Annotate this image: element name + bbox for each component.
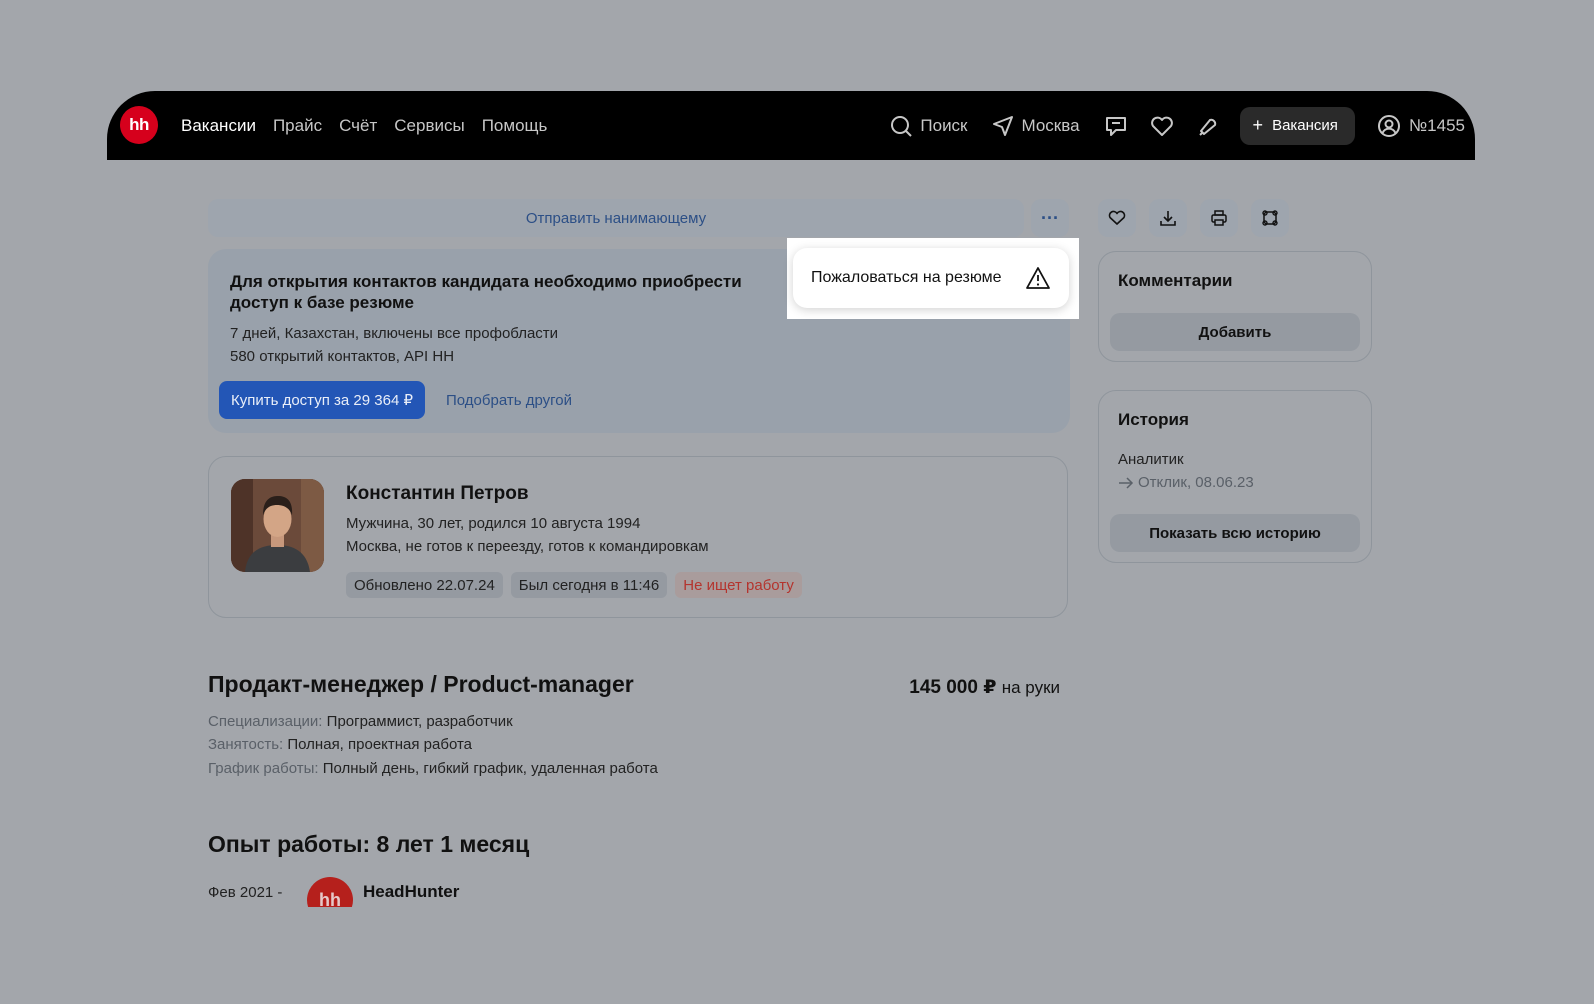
account-button[interactable]: №1455 <box>1377 114 1465 138</box>
more-options-button[interactable]: ··· <box>1031 199 1069 237</box>
search-label: Поиск <box>920 115 968 135</box>
employment-value: Полная, проектная работа <box>287 736 473 753</box>
notifications-button[interactable] <box>1196 115 1218 137</box>
show-all-history-button[interactable]: Показать всю историю <box>1110 514 1360 552</box>
favorite-button[interactable] <box>1098 199 1136 237</box>
print-button[interactable] <box>1200 199 1238 237</box>
report-resume-label: Пожаловаться на резюме <box>811 269 1002 286</box>
download-button[interactable] <box>1149 199 1187 237</box>
access-details-2: 580 открытий контактов, API HH <box>230 348 455 365</box>
company-name[interactable]: HeadHunter <box>363 882 459 902</box>
nav-services[interactable]: Сервисы <box>394 116 464 136</box>
experience-date: Фев 2021 - <box>208 884 283 901</box>
candidate-avatar <box>231 479 324 572</box>
messages-button[interactable] <box>1104 115 1128 137</box>
create-vacancy-label: Вакансия <box>1272 117 1338 134</box>
city-label: Москва <box>1021 115 1080 135</box>
header-actions: Поиск Москва + Вакансия №1455 <box>890 91 1475 160</box>
job-search-status-badge: Не ищет работу <box>675 572 802 598</box>
last-seen-badge: Был сегодня в 11:46 <box>510 572 668 598</box>
specializations-value: Программист, разработчик <box>326 713 513 730</box>
chat-bubble-icon <box>1105 116 1126 136</box>
bell-icon <box>1198 118 1216 136</box>
app-window: hh Вакансии Прайс Счёт Сервисы Помощь По… <box>107 91 1475 907</box>
send-to-hiring-manager-button[interactable]: Отправить нанимающему <box>208 199 1024 237</box>
main-nav: Вакансии Прайс Счёт Сервисы Помощь <box>181 91 547 160</box>
nav-pricing[interactable]: Прайс <box>273 116 322 136</box>
history-panel: История Аналитик Отклик, 08.06.23 Показа… <box>1098 390 1372 563</box>
experience-title: Опыт работы: 8 лет 1 месяц <box>208 831 530 857</box>
favorites-button[interactable] <box>1150 115 1174 137</box>
plus-icon: + <box>1252 115 1264 135</box>
specializations-key: Специализации: <box>208 713 323 730</box>
desired-position-title: Продакт-менеджер / Product-manager <box>208 671 634 697</box>
link-icon <box>1262 210 1278 226</box>
candidate-name: Константин Петров <box>346 483 529 504</box>
report-resume-item[interactable]: Пожаловаться на резюме <box>793 248 1069 308</box>
salary-amount: 145 000 ₽ <box>909 677 997 698</box>
history-item-detail-text: Отклик, 08.06.23 <box>1138 474 1254 491</box>
heart-icon <box>1150 116 1173 136</box>
comments-title: Комментарии <box>1118 271 1233 290</box>
candidate-card: Константин Петров Мужчина, 30 лет, родил… <box>208 456 1068 618</box>
specializations: Специализации: Программист, разработчик <box>208 713 513 730</box>
hh-logo[interactable]: hh <box>120 106 158 144</box>
share-button[interactable] <box>1251 199 1289 237</box>
warning-icon <box>1026 267 1050 289</box>
more-options-menu: Пожаловаться на резюме <box>787 238 1079 319</box>
resume-page: Отправить нанимающему ··· Для открытия к… <box>107 160 1475 907</box>
access-details-1: 7 дней, Казахстан, включены все профобла… <box>230 325 559 342</box>
nav-invoice[interactable]: Счёт <box>339 116 377 136</box>
pick-another-link[interactable]: Подобрать другой <box>446 392 572 409</box>
add-comment-button[interactable]: Добавить <box>1110 313 1360 351</box>
candidate-demographics: Мужчина, 30 лет, родился 10 августа 1994 <box>346 515 641 532</box>
access-title: Для открытия контактов кандидата необход… <box>230 272 742 312</box>
arrow-right-icon <box>1119 476 1134 489</box>
city-selector[interactable]: Москва <box>992 115 1080 137</box>
location-arrow-icon <box>992 115 1013 136</box>
company-logo: hh <box>307 877 353 907</box>
schedule: График работы: Полный день, гибкий графи… <box>208 760 658 777</box>
updated-badge: Обновлено 22.07.24 <box>346 572 503 598</box>
desired-salary: 145 000 ₽ на руки <box>909 676 1060 699</box>
history-item-title[interactable]: Аналитик <box>1118 451 1184 468</box>
comments-panel: Комментарии Добавить <box>1098 251 1372 362</box>
employment: Занятость: Полная, проектная работа <box>208 736 472 753</box>
history-title: История <box>1118 410 1189 429</box>
resume-toolbar <box>1098 199 1289 237</box>
candidate-location: Москва, не готов к переезду, готов к ком… <box>346 538 709 555</box>
top-navigation-bar: hh Вакансии Прайс Счёт Сервисы Помощь По… <box>107 91 1475 160</box>
schedule-value: Полный день, гибкий график, удаленная ра… <box>322 760 658 777</box>
account-label: №1455 <box>1408 115 1465 135</box>
candidate-badges: Обновлено 22.07.24 Был сегодня в 11:46 Н… <box>346 572 802 598</box>
heart-icon <box>1108 210 1126 225</box>
search-button[interactable]: Поиск <box>890 115 968 137</box>
buy-access-button[interactable]: Купить доступ за 29 364 ₽ <box>219 381 425 419</box>
history-item-detail: Отклик, 08.06.23 <box>1118 474 1254 491</box>
create-vacancy-button[interactable]: + Вакансия <box>1239 106 1355 145</box>
download-icon <box>1160 211 1176 226</box>
nav-help[interactable]: Помощь <box>482 116 548 136</box>
salary-unit: на руки <box>1001 678 1060 697</box>
user-circle-icon <box>1377 114 1400 137</box>
printer-icon <box>1211 210 1227 226</box>
nav-vacancies[interactable]: Вакансии <box>181 116 256 136</box>
search-icon <box>891 115 913 137</box>
schedule-key: График работы: <box>208 760 319 777</box>
employment-key: Занятость: <box>208 736 284 753</box>
